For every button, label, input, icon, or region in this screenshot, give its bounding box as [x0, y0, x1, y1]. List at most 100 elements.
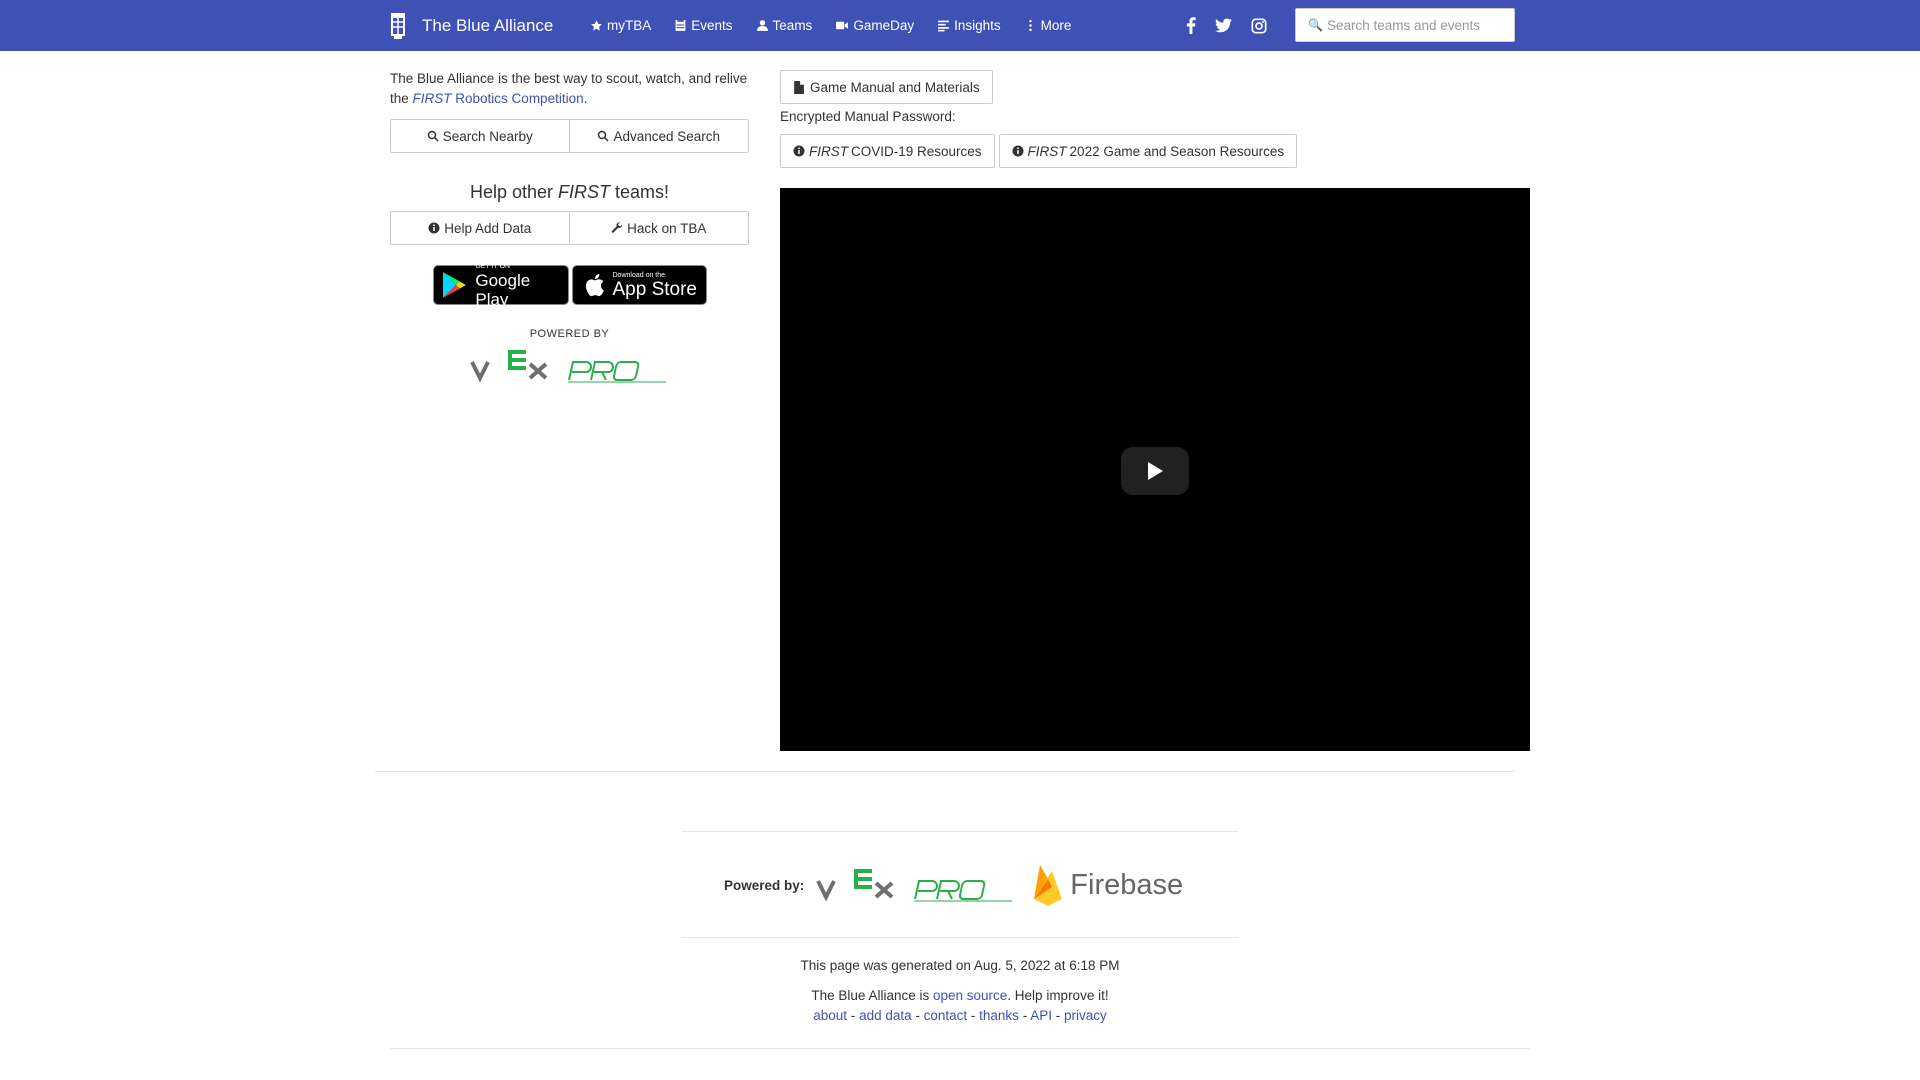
search-nearby-button[interactable]: Search Nearby: [390, 119, 570, 153]
play-button[interactable]: [1121, 447, 1189, 495]
separator: -: [1018, 1008, 1031, 1023]
help-add-data-button[interactable]: Help Add Data: [390, 211, 570, 245]
season-resources-button[interactable]: FIRST 2022 Game and Season Resources: [998, 134, 1298, 168]
firebase-flame-icon: [1034, 865, 1063, 906]
os-pre: The Blue Alliance is: [811, 988, 933, 1003]
app-store-badge[interactable]: Download on the App Store: [571, 265, 707, 305]
footer-vex-pro-logo[interactable]: [816, 865, 1016, 905]
video-player[interactable]: [780, 188, 1530, 751]
covid-resources-button[interactable]: FIRST COVID-19 Resources: [780, 134, 995, 168]
nav-gameday-label: GameDay: [853, 18, 915, 33]
first-link-rest: Robotics Competition: [451, 91, 584, 106]
nav-more-label: More: [1040, 18, 1072, 33]
left-column: The Blue Alliance is the best way to sco…: [390, 69, 749, 384]
nav-teams[interactable]: Teams: [756, 18, 813, 33]
search-icon: [598, 130, 609, 142]
nav-events[interactable]: Events: [674, 18, 733, 33]
twitter-icon[interactable]: [1215, 18, 1232, 33]
intro-post: .: [583, 91, 588, 106]
brand-link[interactable]: The Blue Alliance: [388, 0, 553, 51]
separator: -: [847, 1008, 860, 1023]
advanced-search-label: Advanced Search: [613, 128, 721, 144]
separator: -: [967, 1008, 980, 1023]
google-play-big: Google Play: [475, 270, 531, 309]
google-play-icon: [442, 272, 466, 298]
game-manual-button[interactable]: Game Manual and Materials: [780, 70, 993, 104]
navbar-inner: The Blue Alliance myTBA Events Teams Gam…: [388, 0, 1532, 51]
nav-insights-label: Insights: [954, 18, 1001, 33]
help-pre: Help other: [469, 182, 559, 202]
brand-title: The Blue Alliance: [422, 15, 554, 35]
footer-link-api[interactable]: API: [1030, 1008, 1052, 1023]
instagram-icon[interactable]: [1251, 18, 1267, 34]
firebase-text: Firebase: [1070, 868, 1184, 901]
nav-gameday[interactable]: GameDay: [835, 18, 914, 33]
vex-pro-logo[interactable]: [469, 348, 670, 384]
separator: -: [911, 1008, 924, 1023]
video-camera-icon: [836, 21, 849, 30]
covid-label: COVID-19 Resources: [851, 143, 982, 159]
social-links: [1186, 0, 1286, 51]
search-box[interactable]: 🔍: [1295, 8, 1515, 42]
search-button-group: Search Nearby Advanced Search: [390, 119, 749, 153]
footer-powered-label: Powered by:: [724, 877, 805, 893]
info-circle-icon: [793, 145, 805, 157]
facebook-icon[interactable]: [1186, 17, 1196, 34]
wrench-icon: [611, 222, 623, 233]
nav-mytba[interactable]: myTBA: [590, 18, 651, 33]
google-play-badge[interactable]: GET IT ON Google Play: [432, 263, 569, 309]
right-column: Game Manual and Materials Encrypted Manu…: [780, 70, 1530, 751]
separator: -: [1051, 1008, 1064, 1023]
google-play-text: GET IT ON Google Play: [475, 262, 567, 309]
footer-link-add-data[interactable]: add data: [859, 1008, 912, 1023]
intro-text: The Blue Alliance is the best way to sco…: [390, 69, 749, 109]
hack-on-tba-button[interactable]: Hack on TBA: [569, 211, 749, 245]
covid-italic: FIRST: [809, 143, 848, 159]
search-nearby-label: Search Nearby: [442, 128, 533, 144]
nav-more[interactable]: More: [1024, 18, 1072, 33]
calendar-icon: [675, 20, 686, 31]
advanced-search-button[interactable]: Advanced Search: [569, 119, 749, 153]
firebase-logo[interactable]: Firebase: [1032, 863, 1183, 907]
play-icon: [1148, 462, 1163, 480]
help-post: teams!: [610, 182, 670, 202]
footer-link-about[interactable]: about: [813, 1008, 847, 1023]
app-badges: GET IT ON Google Play Download on the Ap…: [390, 263, 749, 309]
resources-row: FIRST COVID-19 Resources FIRST 2022 Game a…: [780, 134, 1530, 168]
divider: [682, 831, 1238, 832]
first-robotics-link[interactable]: FIRST Robotics Competition: [413, 91, 584, 106]
search-input[interactable]: [1326, 17, 1514, 33]
info-circle-icon: [1012, 145, 1024, 157]
star-icon: [591, 20, 602, 31]
divider: [682, 937, 1238, 938]
footer-link-contact[interactable]: contact: [924, 1008, 968, 1023]
file-icon: [794, 80, 804, 94]
os-post: . Help improve it!: [1007, 988, 1109, 1003]
search-icon: 🔍: [1308, 18, 1323, 32]
hack-on-tba-label: Hack on TBA: [627, 220, 707, 236]
footer-link-thanks[interactable]: thanks: [979, 1008, 1019, 1023]
open-source-text: The Blue Alliance is open source. Help i…: [0, 988, 1920, 1003]
season-italic: FIRST: [1027, 143, 1067, 159]
navbar: The Blue Alliance myTBA Events Teams Gam…: [0, 0, 1920, 51]
app-store-big: App Store: [612, 279, 698, 300]
help-button-group: Help Add Data Hack on TBA: [390, 211, 749, 245]
more-vertical-icon: [1028, 19, 1032, 32]
divider: [375, 771, 1515, 772]
nav-links: myTBA Events Teams GameDay Insights More: [590, 0, 1094, 51]
google-play-small: GET IT ON: [475, 262, 511, 270]
user-icon: [756, 20, 768, 31]
powered-by-label: POWERED BY: [529, 328, 610, 340]
info-circle-icon: [428, 222, 440, 234]
footer-powered-by: Powered by: Firebase: [724, 860, 1183, 910]
app-store-text: Download on the App Store: [613, 271, 698, 299]
game-manual-label: Game Manual and Materials: [810, 79, 980, 95]
footer-link-privacy[interactable]: privacy: [1064, 1008, 1107, 1023]
apple-icon: [585, 274, 604, 297]
nav-mytba-label: myTBA: [607, 18, 652, 33]
season-label: 2022 Game and Season Resources: [1069, 143, 1285, 159]
first-italic: FIRST: [412, 91, 452, 106]
open-source-link[interactable]: open source: [933, 988, 1007, 1003]
nav-insights[interactable]: Insights: [937, 18, 1001, 33]
nav-teams-label: Teams: [772, 18, 813, 33]
